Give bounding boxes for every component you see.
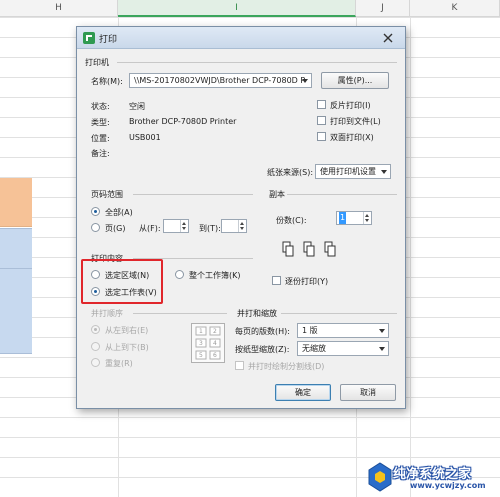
wps-app-icon xyxy=(83,32,95,44)
printer-group-title: 打印机 xyxy=(85,58,109,67)
all-pages-label[interactable]: 全部(A) xyxy=(105,207,133,218)
paper-source-select[interactable]: 使用打印机设置 xyxy=(315,164,391,179)
location-label: 位置: xyxy=(91,134,110,143)
print-to-file-checkbox[interactable] xyxy=(317,116,326,125)
to-page-input[interactable] xyxy=(221,219,247,233)
orange-filled-cell[interactable] xyxy=(0,178,32,227)
svg-text:5: 5 xyxy=(199,352,203,359)
copies-group-title: 副本 xyxy=(269,190,285,199)
grid-line xyxy=(410,17,411,497)
left-to-right-radio[interactable] xyxy=(91,325,100,334)
printer-name-value: \\MS-20170802VWJD\Brother DCP-7080D P xyxy=(134,76,306,85)
close-icon[interactable] xyxy=(381,32,395,44)
whole-workbook-radio[interactable] xyxy=(175,270,184,279)
chevron-down-icon xyxy=(379,329,385,333)
spin-arrows-icon[interactable] xyxy=(363,212,371,224)
copies-count-value: 1 xyxy=(339,212,347,224)
page-range-group-title: 页码范围 xyxy=(91,190,123,199)
type-value: Brother DCP-7080D Printer xyxy=(129,117,237,126)
ok-button[interactable]: 确定 xyxy=(275,384,331,401)
collate-pages-icon xyxy=(282,241,352,261)
print-to-file-label[interactable]: 打印到文件(L) xyxy=(330,116,381,127)
watermark-logo-icon xyxy=(368,462,392,492)
copies-count-label: 份数(C): xyxy=(276,216,307,225)
watermark-url: www.ycwjzy.com xyxy=(410,481,486,490)
divider xyxy=(133,313,227,314)
column-header-j[interactable]: J xyxy=(356,0,410,17)
scale-to-paper-select[interactable]: 无缩放 xyxy=(297,341,389,356)
svg-text:4: 4 xyxy=(213,340,217,347)
chevron-down-icon xyxy=(302,79,308,83)
comment-label: 备注: xyxy=(91,149,110,158)
status-value: 空闲 xyxy=(129,102,145,111)
divider xyxy=(117,62,397,63)
whole-workbook-label[interactable]: 整个工作簿(K) xyxy=(189,270,241,281)
draw-borders-label[interactable]: 并打时绘制分割线(D) xyxy=(248,361,324,372)
pages-per-sheet-select[interactable]: 1 版 xyxy=(297,323,389,338)
column-header-i[interactable]: I xyxy=(118,0,356,17)
page-range-label[interactable]: 页(G) xyxy=(105,223,125,234)
site-watermark: 纯净系统之家 www.ycwjzy.com xyxy=(365,459,500,497)
chevron-down-icon xyxy=(379,347,385,351)
print-order-group-title: 并打顺序 xyxy=(91,309,123,318)
scaling-group-title: 并打和缩放 xyxy=(237,309,277,318)
from-page-input[interactable] xyxy=(163,219,189,233)
print-dialog: 打印 打印机 名称(M): \\MS-20170802VWJD\Brother … xyxy=(76,26,406,409)
top-to-bottom-label[interactable]: 从上到下(B) xyxy=(105,342,149,353)
grid-line xyxy=(0,268,32,269)
divider xyxy=(287,194,397,195)
chevron-down-icon xyxy=(381,170,387,174)
from-label: 从(F): xyxy=(139,224,161,233)
to-label: 到(T): xyxy=(199,224,221,233)
svg-text:3: 3 xyxy=(199,340,203,347)
divider xyxy=(281,313,397,314)
column-header-bar: H I J K xyxy=(0,0,500,17)
scale-to-paper-label: 按纸型缩放(Z): xyxy=(235,345,290,354)
top-to-bottom-radio[interactable] xyxy=(91,342,100,351)
pages-per-sheet-label: 每页的版数(H): xyxy=(235,327,290,336)
location-value: USB001 xyxy=(129,133,161,142)
reverse-print-label[interactable]: 反片打印(I) xyxy=(330,100,371,111)
highlight-annotation-box xyxy=(81,259,163,304)
watermark-text: 纯净系统之家 xyxy=(393,467,472,482)
svg-text:6: 6 xyxy=(213,352,217,359)
blue-filled-cell[interactable] xyxy=(0,228,32,354)
spin-arrows-icon[interactable] xyxy=(238,220,246,232)
spin-arrows-icon[interactable] xyxy=(180,220,188,232)
collate-label[interactable]: 逐份打印(Y) xyxy=(285,276,328,287)
divider xyxy=(133,194,253,195)
draw-borders-checkbox[interactable] xyxy=(235,361,244,370)
column-header-h[interactable]: H xyxy=(0,0,118,17)
all-pages-radio[interactable] xyxy=(91,207,100,216)
duplex-label[interactable]: 双面打印(X) xyxy=(330,132,374,143)
status-label: 状态: xyxy=(91,102,110,111)
printer-name-select[interactable]: \\MS-20170802VWJD\Brother DCP-7080D P xyxy=(129,73,312,88)
repeat-label[interactable]: 重复(R) xyxy=(105,358,133,369)
svg-text:2: 2 xyxy=(213,328,217,335)
duplex-checkbox[interactable] xyxy=(317,132,326,141)
page-order-preview-icon: 1 2 3 4 5 6 xyxy=(191,323,225,365)
collate-checkbox[interactable] xyxy=(272,276,281,285)
dialog-title: 打印 xyxy=(99,35,118,45)
cancel-button[interactable]: 取消 xyxy=(340,384,396,401)
dialog-titlebar[interactable]: 打印 xyxy=(77,27,405,49)
properties-button[interactable]: 属性(P)... xyxy=(321,72,389,89)
left-to-right-label[interactable]: 从左到右(E) xyxy=(105,325,148,336)
svg-text:1: 1 xyxy=(199,328,203,335)
copies-count-input[interactable]: 1 xyxy=(336,211,372,225)
repeat-radio[interactable] xyxy=(91,358,100,367)
reverse-print-checkbox[interactable] xyxy=(317,100,326,109)
scale-to-paper-value: 无缩放 xyxy=(302,344,326,353)
pages-per-sheet-value: 1 版 xyxy=(302,326,318,335)
paper-source-value: 使用打印机设置 xyxy=(320,167,376,176)
column-header-k[interactable]: K xyxy=(410,0,500,17)
printer-name-label: 名称(M): xyxy=(91,77,123,86)
paper-source-label: 纸张来源(S): xyxy=(267,168,314,177)
page-range-radio[interactable] xyxy=(91,223,100,232)
type-label: 类型: xyxy=(91,118,110,127)
